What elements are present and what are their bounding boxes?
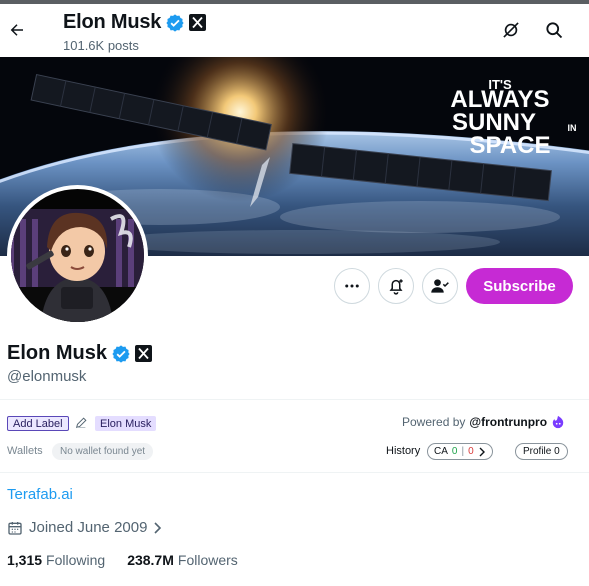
- bell-plus-icon: [389, 279, 403, 295]
- calendar-icon: [8, 521, 22, 535]
- ca-separator: |: [461, 446, 465, 457]
- more-dots-icon: [345, 284, 359, 288]
- following-label[interactable]: Following: [46, 552, 105, 568]
- verified-badge-icon: [166, 13, 184, 32]
- ca-red-count: 0: [468, 446, 474, 457]
- following-button[interactable]: [422, 268, 458, 304]
- banner-text-in: IN: [568, 123, 577, 133]
- profile-header: Elon Musk 101.6K posts: [0, 4, 589, 57]
- joined-date[interactable]: Joined June 2009: [7, 519, 162, 536]
- search-button[interactable]: [541, 17, 567, 43]
- profile-handle: @elonmusk: [7, 368, 87, 385]
- ca-green-count: 0: [451, 446, 458, 457]
- back-button[interactable]: [5, 16, 29, 44]
- divider-bottom: [0, 472, 589, 473]
- header-name: Elon Musk: [63, 11, 162, 33]
- more-button[interactable]: [334, 268, 370, 304]
- notify-button[interactable]: [378, 268, 414, 304]
- powered-brand: @frontrunpro: [469, 415, 548, 429]
- banner-text-space: SPACE: [470, 132, 551, 159]
- chevron-right-icon: [479, 447, 485, 456]
- subscribe-button[interactable]: Subscribe: [466, 268, 573, 304]
- powered-prefix: Powered by: [402, 415, 466, 429]
- verified-badge-icon[interactable]: [111, 344, 131, 364]
- avatar-cartoon: [11, 209, 144, 322]
- avatar-image: [11, 189, 144, 322]
- label-tag[interactable]: Elon Musk: [95, 416, 157, 431]
- wallets-label: Wallets: [7, 445, 43, 457]
- divider-top: [0, 399, 589, 400]
- profile-pill-label: Profile: [523, 446, 552, 457]
- search-icon: [546, 22, 563, 39]
- profile-name-row: Elon Musk: [7, 342, 153, 365]
- website-link[interactable]: Terafab.ai: [7, 486, 73, 503]
- ca-label: CA: [434, 446, 448, 457]
- header-title: Elon Musk: [63, 11, 207, 34]
- chevron-right-icon: [154, 521, 162, 534]
- post-count: 101.6K posts: [63, 38, 139, 53]
- frontrun-logo-icon: [552, 415, 564, 429]
- avatar[interactable]: [7, 185, 148, 326]
- x-logo-icon: [189, 14, 207, 31]
- ca-history-pill[interactable]: CA 0 | 0: [427, 443, 493, 460]
- x-logo-icon[interactable]: [135, 345, 153, 362]
- joined-text: Joined June 2009: [29, 519, 148, 536]
- following-count[interactable]: 1,315: [7, 552, 42, 568]
- profile-name: Elon Musk: [7, 342, 108, 364]
- follow-stats: 1,315 Following 238.7M Followers: [7, 552, 238, 568]
- profile-history-pill[interactable]: Profile 0: [515, 443, 568, 460]
- arrow-left-icon: [10, 24, 23, 36]
- followers-label[interactable]: Followers: [178, 552, 238, 568]
- wallet-status-pill: No wallet found yet: [52, 443, 154, 460]
- person-check-icon: [431, 279, 449, 293]
- no-signal-button[interactable]: [498, 17, 524, 43]
- profile-pill-count: 0: [554, 446, 560, 457]
- powered-by[interactable]: Powered by @frontrunpro: [402, 415, 565, 429]
- followers-count[interactable]: 238.7M: [127, 552, 174, 568]
- no-signal-icon: [503, 22, 519, 38]
- pencil-icon[interactable]: [74, 416, 88, 430]
- history-label: History: [386, 445, 421, 457]
- add-label-button[interactable]: Add Label: [7, 416, 69, 431]
- stats-spacer: [109, 552, 123, 568]
